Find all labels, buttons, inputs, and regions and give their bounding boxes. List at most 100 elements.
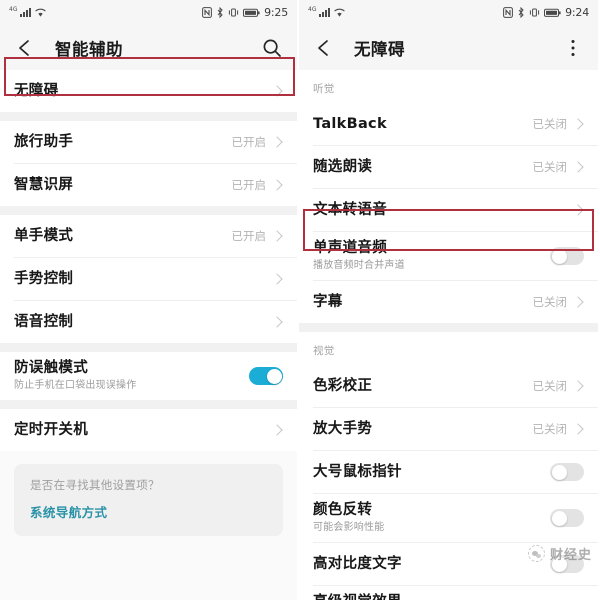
row-text: 单声道音频 播放音频时合并声道 — [313, 239, 550, 273]
wifi-icon — [35, 8, 47, 17]
right-status-left-icons: 4G — [308, 7, 346, 18]
left-group-0: 无障碍 — [0, 70, 297, 112]
chevron-right-icon — [271, 424, 283, 436]
row-text: 色彩校正 — [313, 377, 533, 396]
toggle-anti-mistouch[interactable] — [249, 367, 283, 385]
setting-row-scheduled-power[interactable]: 定时开关机 — [0, 409, 297, 451]
toggle-knob — [551, 464, 567, 480]
row-text: 旅行助手 — [14, 133, 232, 152]
row-title: 颜色反转 — [313, 502, 373, 518]
chevron-right-icon — [271, 136, 283, 148]
chevron-right-icon — [271, 230, 283, 242]
row-text: 无障碍 — [14, 82, 266, 101]
left-toolbar: 智能辅助 — [0, 25, 297, 70]
page-title: 智能辅助 — [55, 39, 123, 59]
group-separator — [0, 206, 297, 215]
network-type-label: 4G — [9, 6, 18, 13]
toggle-mono-audio[interactable] — [550, 247, 584, 265]
toggle-knob — [551, 510, 567, 526]
dual-screenshot-container: 4G 9:25 智能辅助 无障碍 旅行助手 已开启 智慧识屏 已开启 单手模式 … — [0, 0, 600, 600]
status-clock: 9:25 — [264, 6, 288, 19]
setting-row-advanced-visual-effects[interactable]: 高级视觉效果 色彩取色、模糊效果和光影错层效果 — [299, 586, 598, 600]
setting-row-smart-screen-recognition[interactable]: 智慧识屏 已开启 — [0, 164, 297, 206]
row-text: 定时开关机 — [14, 421, 266, 440]
row-text: 字幕 — [313, 293, 533, 312]
section-vision-rows: 色彩校正 已关闭 放大手势 已关闭 大号鼠标指针 颜色反转 可能会影响性能 高对… — [299, 365, 598, 600]
section-label-vision: 视觉 — [299, 332, 598, 365]
back-arrow-icon[interactable] — [14, 37, 36, 59]
bluetooth-icon — [518, 7, 524, 18]
row-title: 高对比度文字 — [313, 555, 402, 572]
setting-row-text-to-speech[interactable]: 文本转语音 — [299, 189, 598, 231]
setting-row-color-correction[interactable]: 色彩校正 已关闭 — [299, 365, 598, 407]
row-title: 文本转语音 — [313, 201, 387, 218]
group-separator — [0, 112, 297, 121]
toggle-color-inversion[interactable] — [550, 509, 584, 527]
toggle-large-mouse-pointer[interactable] — [550, 463, 584, 481]
signal-icon — [319, 8, 331, 17]
setting-row-select-to-speak[interactable]: 随选朗读 已关闭 — [299, 146, 598, 188]
left-group-3: 防误触模式 防止手机在口袋出现误操作 — [0, 352, 297, 400]
right-accessibility-list: 听觉 TalkBack 已关闭 随选朗读 已关闭 文本转语音 单声道音频 播放音… — [299, 70, 598, 600]
setting-row-captions[interactable]: 字幕 已关闭 — [299, 281, 598, 323]
wechat-logo-icon — [527, 545, 545, 562]
back-arrow-icon[interactable] — [313, 37, 335, 59]
setting-row-anti-mistouch[interactable]: 防误触模式 防止手机在口袋出现误操作 — [0, 352, 297, 400]
setting-row-magnification-gesture[interactable]: 放大手势 已关闭 — [299, 408, 598, 450]
row-value: 已关闭 — [532, 379, 568, 393]
chevron-right-icon — [271, 85, 283, 97]
setting-row-mono-audio[interactable]: 单声道音频 播放音频时合并声道 — [299, 232, 598, 280]
left-group-1: 旅行助手 已开启 智慧识屏 已开启 — [0, 121, 297, 206]
row-subtitle: 可能会影响性能 — [313, 522, 385, 533]
row-title: 无障碍 — [14, 82, 59, 99]
left-phone-screen: 4G 9:25 智能辅助 无障碍 旅行助手 已开启 智慧识屏 已开启 单手模式 … — [0, 0, 299, 600]
row-value: 已关闭 — [532, 422, 568, 436]
row-title: 防误触模式 — [14, 360, 88, 376]
setting-row-one-hand-mode[interactable]: 单手模式 已开启 — [0, 215, 297, 257]
row-text: 随选朗读 — [313, 158, 533, 177]
other-settings-tip-card: 是否在寻找其他设置项？ 系统导航方式 — [14, 464, 283, 536]
setting-row-travel-assistant[interactable]: 旅行助手 已开启 — [0, 121, 297, 163]
row-text: 防误触模式 防止手机在口袋出现误操作 — [14, 359, 249, 393]
nfc-icon — [503, 7, 513, 18]
vibrate-icon — [529, 8, 540, 17]
setting-row-talkback[interactable]: TalkBack 已关闭 — [299, 103, 598, 145]
chevron-right-icon — [572, 296, 584, 308]
watermark-text: 财经史 — [549, 548, 592, 563]
system-navigation-link[interactable]: 系统导航方式 — [30, 502, 267, 521]
chevron-right-icon — [572, 118, 584, 130]
vibrate-icon — [228, 8, 239, 17]
group-separator — [0, 343, 297, 352]
chevron-right-icon — [271, 273, 283, 285]
row-text: 高级视觉效果 色彩取色、模糊效果和光影错层效果 — [313, 593, 550, 600]
chevron-right-icon — [271, 316, 283, 328]
setting-row-color-inversion[interactable]: 颜色反转 可能会影响性能 — [299, 494, 598, 542]
status-clock: 9:24 — [565, 6, 589, 19]
setting-row-gesture-control[interactable]: 手势控制 — [0, 258, 297, 300]
row-title: 智慧识屏 — [14, 176, 74, 193]
setting-row-voice-control[interactable]: 语音控制 — [0, 301, 297, 343]
row-value: 已关闭 — [532, 295, 568, 309]
chevron-right-icon — [572, 204, 584, 216]
setting-row-large-mouse-pointer[interactable]: 大号鼠标指针 — [299, 451, 598, 493]
row-title: 字幕 — [313, 293, 343, 310]
chevron-right-icon — [572, 161, 584, 173]
row-title: 高级视觉效果 — [313, 593, 550, 600]
more-vertical-icon[interactable] — [562, 37, 584, 59]
tip-question: 是否在寻找其他设置项？ — [30, 478, 160, 492]
left-group-4: 定时开关机 — [0, 409, 297, 451]
row-text: 单手模式 — [14, 227, 232, 246]
row-text: 手势控制 — [14, 270, 266, 289]
tip-card-wrapper: 是否在寻找其他设置项？ 系统导航方式 — [0, 451, 297, 536]
right-status-bar: 4G 9:24 — [299, 0, 598, 25]
left-status-bar: 4G 9:25 — [0, 0, 297, 25]
setting-row-wuzhangai[interactable]: 无障碍 — [0, 70, 297, 112]
page-title: 无障碍 — [354, 39, 405, 59]
row-title: 单手模式 — [14, 227, 74, 244]
search-icon[interactable] — [261, 37, 283, 59]
network-type-label: 4G — [308, 6, 317, 13]
section-label-hearing: 听觉 — [299, 70, 598, 103]
chevron-right-icon — [271, 179, 283, 191]
row-value: 已开启 — [231, 229, 267, 243]
row-text: 大号鼠标指针 — [313, 463, 550, 482]
